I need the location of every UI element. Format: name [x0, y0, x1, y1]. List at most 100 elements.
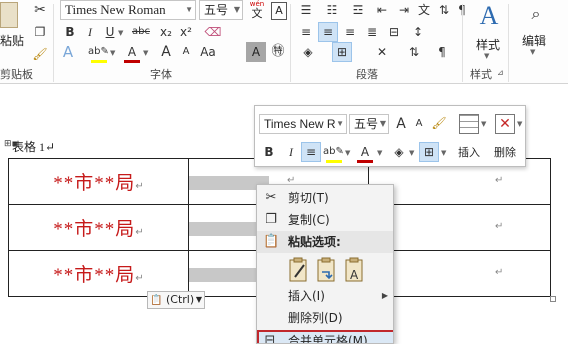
- mini-insert-button[interactable]: 插入: [458, 144, 480, 160]
- subscript-button[interactable]: x₂: [156, 22, 176, 42]
- text-effects-icon[interactable]: A: [58, 42, 78, 62]
- font-color-icon[interactable]: A: [122, 42, 142, 62]
- chevron-down-icon[interactable]: ▼: [110, 49, 115, 57]
- paste-text-only-icon[interactable]: A: [343, 257, 367, 283]
- sort-icon[interactable]: ⇅: [434, 0, 454, 20]
- sort-text-icon[interactable]: ⇅: [404, 42, 424, 62]
- ribbon-separator: [53, 4, 54, 82]
- mini-font-name-select[interactable]: Times New R ▼: [259, 114, 347, 134]
- chevron-down-icon: ▼: [185, 5, 193, 14]
- mini-highlight-color-bar: [326, 160, 342, 163]
- mini-bold-button[interactable]: B: [259, 142, 279, 162]
- format-painter-icon[interactable]: 🖌: [30, 44, 50, 64]
- mini-delete-table-icon[interactable]: ✕: [495, 114, 515, 134]
- justify-icon[interactable]: ≣: [362, 22, 382, 42]
- bullets-icon[interactable]: ☰: [296, 0, 316, 20]
- enclose-char-icon[interactable]: ㊕: [268, 42, 288, 62]
- mini-borders-icon[interactable]: ⊞: [419, 142, 439, 162]
- shading-icon[interactable]: ◈: [298, 42, 318, 62]
- chevron-down-icon[interactable]: ▼: [484, 52, 489, 60]
- chevron-down-icon[interactable]: ▼: [143, 49, 148, 57]
- paragraph-mark: ↵: [135, 273, 144, 284]
- mini-shading-icon[interactable]: ◈: [389, 142, 409, 162]
- paragraph-marks-icon[interactable]: ¶: [432, 42, 452, 62]
- align-left-icon[interactable]: ≡: [296, 22, 316, 42]
- change-case-button[interactable]: Aa: [198, 42, 218, 62]
- multilevel-list-icon[interactable]: ☲: [348, 0, 368, 20]
- chevron-down-icon[interactable]: ▼: [409, 149, 414, 157]
- mini-shrink-font-button[interactable]: A: [409, 114, 429, 134]
- strikethrough-button[interactable]: abc: [128, 22, 154, 42]
- styles-icon[interactable]: A: [474, 0, 504, 32]
- highlight-icon[interactable]: ab✎: [88, 42, 109, 62]
- mini-font-color-icon[interactable]: A: [355, 142, 375, 162]
- menu-item-merge-cells[interactable]: ⊟ 合并单元格(M): [257, 330, 393, 343]
- mini-format-painter-icon[interactable]: 🖌: [429, 113, 449, 133]
- paste-merge-format-icon[interactable]: [315, 257, 339, 283]
- clear-format-icon[interactable]: ⌫: [203, 22, 223, 42]
- italic-button[interactable]: I: [80, 22, 100, 42]
- menu-item-insert[interactable]: 插入(I) ▶: [257, 285, 393, 307]
- paragraph-group-label: 段落: [356, 68, 378, 81]
- clipboard-group-label: 剪贴板: [0, 68, 33, 81]
- mini-grow-font-button[interactable]: A: [391, 114, 411, 134]
- line-spacing-icon[interactable]: ↕: [408, 22, 428, 42]
- bold-button[interactable]: B: [60, 22, 80, 42]
- superscript-button[interactable]: x²: [176, 22, 196, 42]
- paste-options-tag[interactable]: 📋 (Ctrl) ▼: [147, 291, 205, 309]
- grow-font-button[interactable]: A: [156, 42, 176, 62]
- asian-layout-icon[interactable]: ✕: [372, 42, 392, 62]
- increase-indent-icon[interactable]: ⇥: [394, 0, 414, 20]
- table-cell[interactable]: **市**局↵: [8, 250, 189, 297]
- paste-button[interactable]: 粘贴: [0, 32, 24, 49]
- find-binoculars-icon[interactable]: ⌕: [524, 2, 548, 26]
- mini-italic-button[interactable]: I: [281, 142, 301, 162]
- align-center-icon[interactable]: ≡: [318, 22, 338, 42]
- table-cell[interactable]: ↵: [368, 204, 551, 251]
- menu-item-delete-column[interactable]: 删除列(D): [257, 307, 393, 329]
- chevron-down-icon[interactable]: ▼: [377, 149, 382, 157]
- table-resize-handle[interactable]: [550, 296, 556, 302]
- table-cell[interactable]: ↵: [368, 250, 551, 297]
- styles-dialog-launcher-icon[interactable]: ⊿: [497, 68, 504, 77]
- chevron-down-icon[interactable]: ▼: [517, 120, 522, 128]
- table-cell[interactable]: **市**局↵: [8, 158, 189, 205]
- distribute-icon[interactable]: ⊟: [384, 22, 404, 42]
- mini-delete-button[interactable]: 删除: [494, 144, 516, 160]
- char-shading-button[interactable]: A: [246, 42, 266, 62]
- char-border-button[interactable]: A: [271, 2, 287, 20]
- shrink-font-button[interactable]: A: [176, 42, 196, 62]
- borders-icon[interactable]: ⊞: [332, 42, 352, 62]
- mini-highlight-icon[interactable]: ab✎: [323, 142, 344, 162]
- paste-keep-format-icon[interactable]: [287, 257, 311, 283]
- editing-button[interactable]: 编辑: [522, 32, 546, 49]
- mini-font-size-select[interactable]: 五号 ▼: [349, 114, 389, 134]
- underline-button[interactable]: U: [100, 22, 120, 42]
- chevron-down-icon: ▼: [379, 119, 386, 128]
- align-right-icon[interactable]: ≡: [340, 22, 360, 42]
- font-size-select[interactable]: 五号 ▼: [199, 0, 243, 20]
- mini-insert-table-icon[interactable]: [459, 114, 479, 134]
- mini-font-size-value: 五号: [354, 117, 379, 131]
- styles-button[interactable]: 样式: [476, 36, 500, 53]
- chevron-down-icon[interactable]: ▼: [345, 149, 350, 157]
- chevron-down-icon[interactable]: ▼: [118, 29, 123, 37]
- chevron-down-icon[interactable]: ▼: [481, 120, 486, 128]
- chevron-down-icon[interactable]: ▼: [441, 149, 446, 157]
- chinese-layout-icon[interactable]: 文: [414, 0, 434, 20]
- mini-center-align-icon[interactable]: ≡: [301, 142, 321, 162]
- font-name-select[interactable]: Times New Roman ▼: [60, 0, 196, 20]
- cut-icon[interactable]: ✂: [30, 0, 50, 20]
- menu-item-copy[interactable]: ❐ 复制(C): [257, 209, 393, 231]
- table-cell[interactable]: **市**局↵: [8, 204, 189, 251]
- menu-item-cut[interactable]: ✂ 剪切(T): [257, 187, 393, 209]
- numbering-icon[interactable]: ☷: [322, 0, 342, 20]
- cell-text: **市**局: [53, 219, 136, 240]
- decrease-indent-icon[interactable]: ⇤: [372, 0, 392, 20]
- ribbon: 粘贴 ✂ ❐ 🖌 剪贴板 Times New Roman ▼ 五号 ▼ wén …: [0, 0, 568, 84]
- paste-icon[interactable]: [0, 2, 18, 28]
- copy-icon[interactable]: ❐: [30, 22, 50, 42]
- phonetic-guide-button[interactable]: wén 文: [248, 0, 266, 22]
- chevron-down-icon[interactable]: ▼: [530, 48, 535, 56]
- font-name-value: Times New Roman: [65, 2, 166, 17]
